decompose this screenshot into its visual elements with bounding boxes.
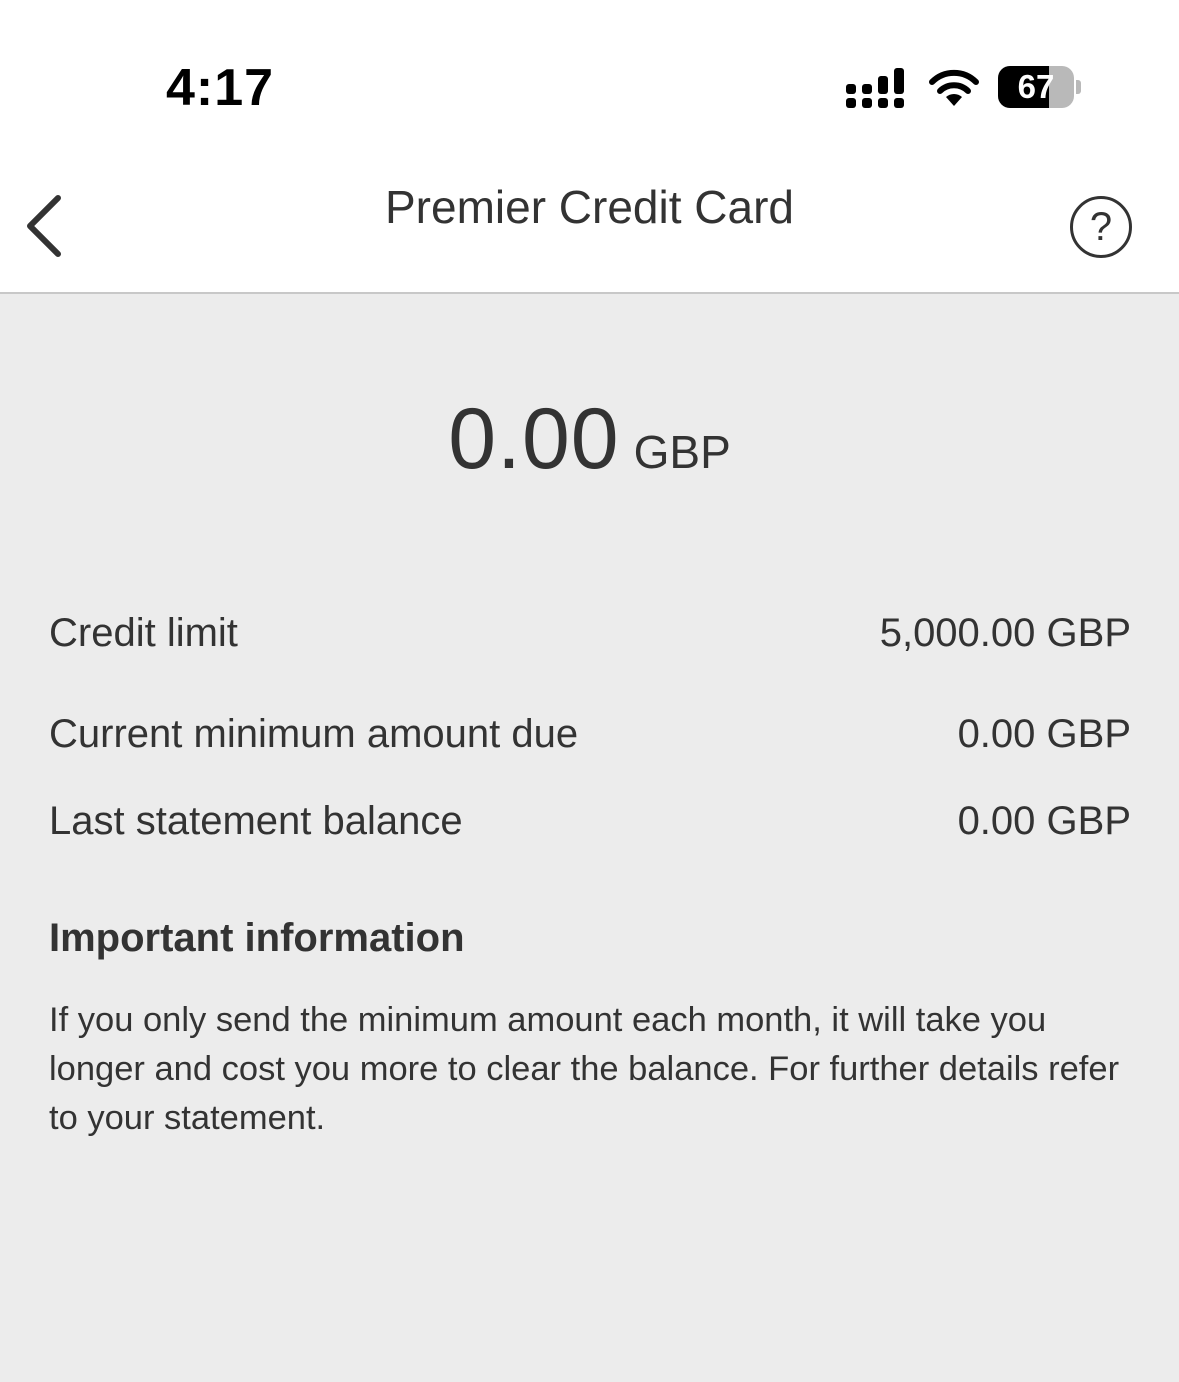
battery-body: 67 bbox=[998, 66, 1074, 108]
detail-label: Last statement balance bbox=[49, 799, 463, 843]
status-bar: 4:17 67 bbox=[0, 0, 1179, 160]
help-button[interactable]: ? bbox=[1070, 196, 1132, 258]
balance-amount: 0.00 bbox=[448, 391, 620, 487]
status-time: 4:17 bbox=[166, 59, 275, 117]
detail-value: 0.00 GBP bbox=[957, 799, 1131, 843]
nav-bar: Premier Credit Card ? bbox=[0, 160, 1179, 294]
credit-card-screen: 4:17 67 Premier Credit Card ? 0.00 GBP C… bbox=[0, 0, 1179, 1382]
important-info-text: If you only send the minimum amount each… bbox=[49, 1001, 1120, 1137]
help-icon: ? bbox=[1089, 204, 1113, 249]
wifi-icon bbox=[929, 69, 979, 106]
detail-row-credit-limit: Credit limit 5,000.00 GBP bbox=[49, 604, 1131, 662]
battery-cap bbox=[1076, 80, 1081, 94]
detail-label: Current minimum amount due bbox=[49, 712, 579, 756]
balance-display: 0.00 GBP bbox=[0, 390, 1179, 489]
account-details: Credit limit 5,000.00 GBP Current minimu… bbox=[49, 604, 1131, 865]
battery-icon: 67 bbox=[998, 66, 1082, 110]
detail-value: 5,000.00 GBP bbox=[879, 610, 1131, 655]
battery-level: 67 bbox=[1017, 68, 1055, 105]
detail-label: Credit limit bbox=[49, 610, 238, 655]
page-title: Premier Credit Card bbox=[385, 181, 794, 233]
signal-icon bbox=[846, 68, 904, 108]
detail-row-statement-balance: Last statement balance 0.00 GBP bbox=[49, 778, 1131, 865]
important-info-heading: Important information bbox=[49, 916, 465, 960]
detail-row-minimum-due: Current minimum amount due 0.00 GBP bbox=[49, 691, 1131, 778]
balance-currency: GBP bbox=[633, 426, 731, 478]
detail-value: 0.00 GBP bbox=[957, 712, 1131, 756]
